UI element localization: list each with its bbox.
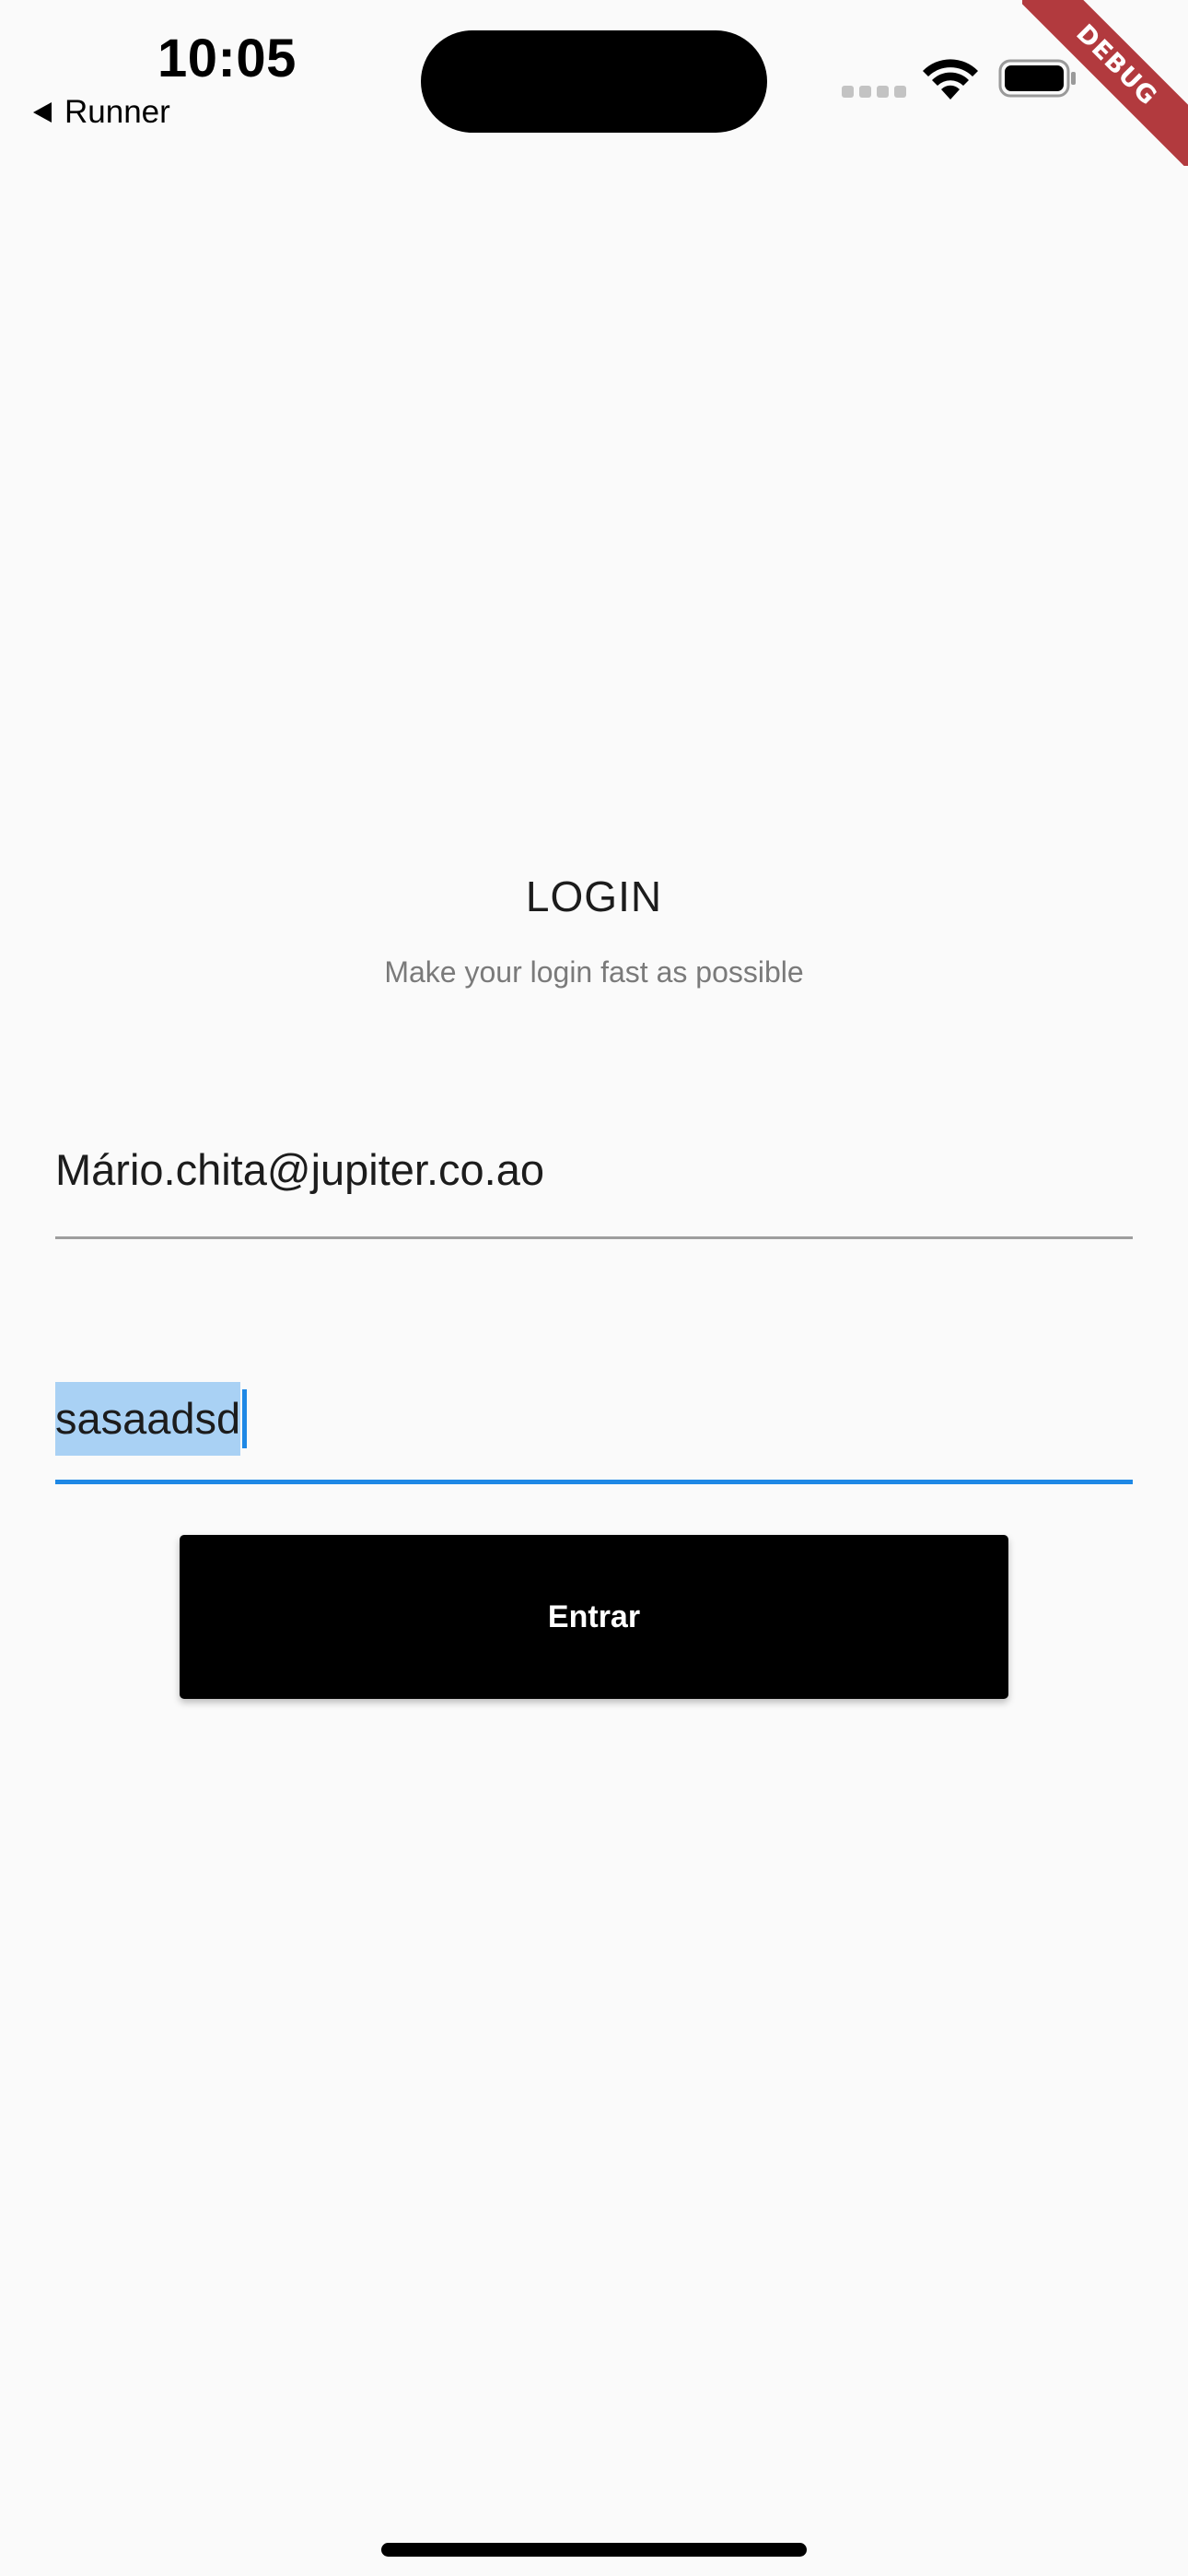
- debug-ribbon-label: DEBUG: [1022, 0, 1188, 166]
- page-subtitle: Make your login fast as possible: [384, 955, 804, 989]
- wifi-icon: [923, 59, 978, 100]
- page-title: LOGIN: [525, 872, 663, 920]
- cellular-signal-icon: [842, 86, 906, 98]
- dynamic-island: [421, 30, 767, 133]
- status-time: 10:05: [157, 29, 297, 88]
- login-button[interactable]: Entrar: [180, 1535, 1008, 1699]
- email-field-value: Mário.chita@jupiter.co.ao: [55, 1145, 545, 1194]
- password-field[interactable]: sasaadsd: [55, 1382, 1133, 1484]
- text-caret: [242, 1389, 248, 1448]
- home-indicator[interactable]: [381, 2543, 807, 2557]
- back-app-label: Runner: [64, 94, 170, 130]
- debug-banner: DEBUG: [1022, 0, 1188, 166]
- email-field[interactable]: Mário.chita@jupiter.co.ao: [55, 1133, 1133, 1239]
- back-to-app-link[interactable]: Runner: [33, 94, 170, 131]
- password-field-value: sasaadsd: [55, 1382, 241, 1456]
- back-arrow-icon: [33, 102, 52, 123]
